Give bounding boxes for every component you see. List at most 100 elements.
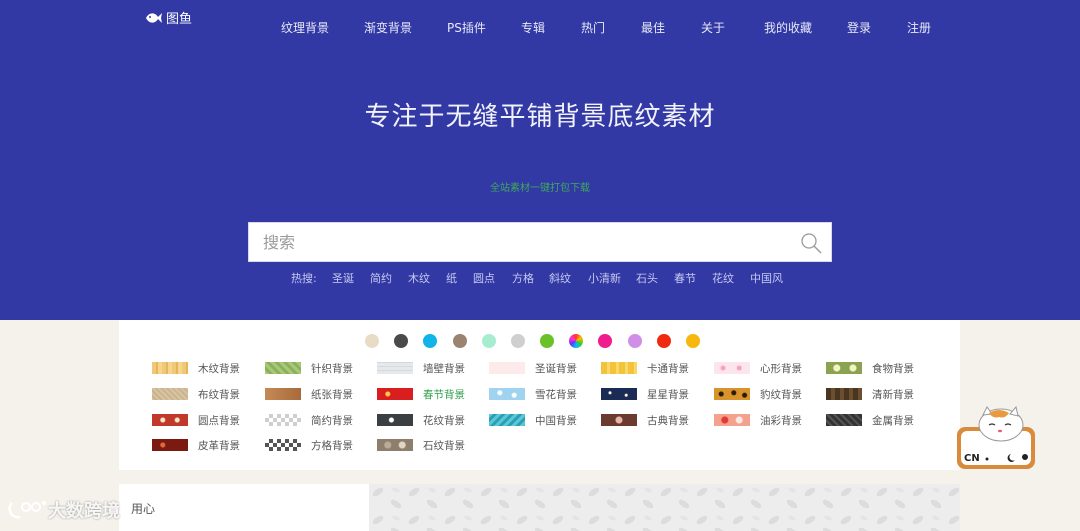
cat-mascot-icon[interactable]: CN	[955, 405, 1039, 473]
category-metal[interactable]: 金属背景	[826, 412, 914, 428]
promo-link[interactable]: 全站素材一键打包下载	[0, 179, 1080, 194]
category-simple[interactable]: 简约背景	[265, 412, 353, 428]
category-label: 石纹背景	[423, 439, 465, 452]
thumbnail	[377, 439, 413, 451]
nav-item-texture[interactable]: 纹理背景	[281, 19, 329, 36]
hot-term[interactable]: 中国风	[750, 270, 783, 286]
category-knit[interactable]: 针织背景	[265, 360, 353, 376]
category-wood[interactable]: 木纹背景	[152, 360, 240, 376]
category-leopard[interactable]: 豹纹背景	[714, 386, 802, 402]
category-label: 油彩背景	[760, 414, 802, 427]
color-swatch[interactable]	[628, 334, 642, 348]
color-swatch[interactable]	[569, 334, 583, 348]
thumbnail	[601, 388, 637, 400]
category-floral[interactable]: 花纹背景	[377, 412, 465, 428]
hot-term[interactable]: 方格	[512, 270, 534, 286]
category-paint[interactable]: 油彩背景	[714, 412, 802, 428]
thumbnail	[152, 362, 188, 374]
category-label: 木纹背景	[198, 362, 240, 375]
search-icon[interactable]	[799, 231, 823, 255]
thumbnail	[714, 414, 750, 426]
thumbnail	[377, 362, 413, 374]
hot-term[interactable]: 木纹	[408, 270, 430, 286]
category-cloth[interactable]: 布纹背景	[152, 386, 240, 402]
category-leather[interactable]: 皮革背景	[152, 437, 240, 453]
search-input[interactable]	[249, 223, 789, 261]
thumbnail	[377, 414, 413, 426]
thumbnail	[265, 362, 301, 374]
category-label: 方格背景	[311, 439, 353, 452]
hot-term[interactable]: 石头	[636, 270, 658, 286]
feature-section	[119, 484, 960, 531]
thumbnail	[152, 388, 188, 400]
category-christmas[interactable]: 圣诞背景	[489, 360, 577, 376]
hot-term[interactable]: 纸	[446, 270, 457, 286]
hot-term[interactable]: 春节	[674, 270, 696, 286]
nav-item-ps-plugin[interactable]: PS插件	[447, 19, 486, 36]
thumbnail	[714, 362, 750, 374]
hot-searches: 热搜: 圣诞 简约 木纹 纸 圆点 方格 斜纹 小清新 石头 春节 花纹 中国风	[0, 270, 1080, 286]
color-swatch[interactable]	[423, 334, 437, 348]
thumbnail	[265, 388, 301, 400]
thumbnail	[601, 362, 637, 374]
hot-search-label: 热搜:	[291, 272, 317, 285]
category-snow[interactable]: 雪花背景	[489, 386, 577, 402]
category-label: 金属背景	[872, 414, 914, 427]
nav-item-login[interactable]: 登录	[847, 19, 871, 36]
color-swatch[interactable]	[453, 334, 467, 348]
thumbnail	[152, 414, 188, 426]
category-spring-festival[interactable]: 春节背景	[377, 386, 465, 402]
category-label: 星星背景	[647, 388, 689, 401]
thumbnail	[265, 439, 301, 451]
nav-item-album[interactable]: 专辑	[521, 19, 545, 36]
category-label: 食物背景	[872, 362, 914, 375]
color-swatch[interactable]	[686, 334, 700, 348]
nav-item-register[interactable]: 注册	[907, 19, 931, 36]
color-swatch[interactable]	[511, 334, 525, 348]
category-chinese[interactable]: 中国背景	[489, 412, 577, 428]
category-label: 皮革背景	[198, 439, 240, 452]
color-swatch[interactable]	[540, 334, 554, 348]
hot-term[interactable]: 斜纹	[549, 270, 571, 286]
color-swatch[interactable]	[657, 334, 671, 348]
category-wall[interactable]: 墙壁背景	[377, 360, 465, 376]
nav-item-best[interactable]: 最佳	[641, 19, 665, 36]
category-label: 简约背景	[311, 414, 353, 427]
category-label: 豹纹背景	[760, 388, 802, 401]
nav-item-popular[interactable]: 热门	[581, 19, 605, 36]
nav-item-gradient[interactable]: 渐变背景	[364, 19, 412, 36]
category-fresh[interactable]: 清新背景	[826, 386, 914, 402]
category-grid[interactable]: 方格背景	[265, 437, 353, 453]
watermark: 大数跨境	[8, 497, 120, 523]
hot-term[interactable]: 圆点	[473, 270, 495, 286]
thumbnail	[489, 414, 525, 426]
category-star[interactable]: 星星背景	[601, 386, 689, 402]
nav-item-favorites[interactable]: 我的收藏	[764, 19, 812, 36]
category-label: 春节背景	[423, 388, 465, 401]
category-food[interactable]: 食物背景	[826, 360, 914, 376]
hot-term[interactable]: 花纹	[712, 270, 734, 286]
color-swatch[interactable]	[482, 334, 496, 348]
category-label: 清新背景	[872, 388, 914, 401]
category-label: 中国背景	[535, 414, 577, 427]
category-heart[interactable]: 心形背景	[714, 360, 802, 376]
thumbnail	[265, 414, 301, 426]
color-swatch[interactable]	[598, 334, 612, 348]
thumbnail	[489, 362, 525, 374]
nav-item-about[interactable]: 关于	[701, 19, 725, 36]
category-stone[interactable]: 石纹背景	[377, 437, 465, 453]
color-swatch[interactable]	[365, 334, 379, 348]
hot-term[interactable]: 小清新	[588, 270, 621, 286]
category-label: 圣诞背景	[535, 362, 577, 375]
hot-term[interactable]: 简约	[370, 270, 392, 286]
color-swatch[interactable]	[394, 334, 408, 348]
category-label: 针织背景	[311, 362, 353, 375]
watermark-text: 大数跨境	[48, 501, 120, 522]
category-dots[interactable]: 圆点背景	[152, 412, 240, 428]
category-classic[interactable]: 古典背景	[601, 412, 689, 428]
category-cartoon[interactable]: 卡通背景	[601, 360, 689, 376]
thumbnail	[714, 388, 750, 400]
hot-term[interactable]: 圣诞	[332, 270, 354, 286]
leaf-pattern	[369, 484, 960, 531]
category-paper[interactable]: 纸张背景	[265, 386, 353, 402]
